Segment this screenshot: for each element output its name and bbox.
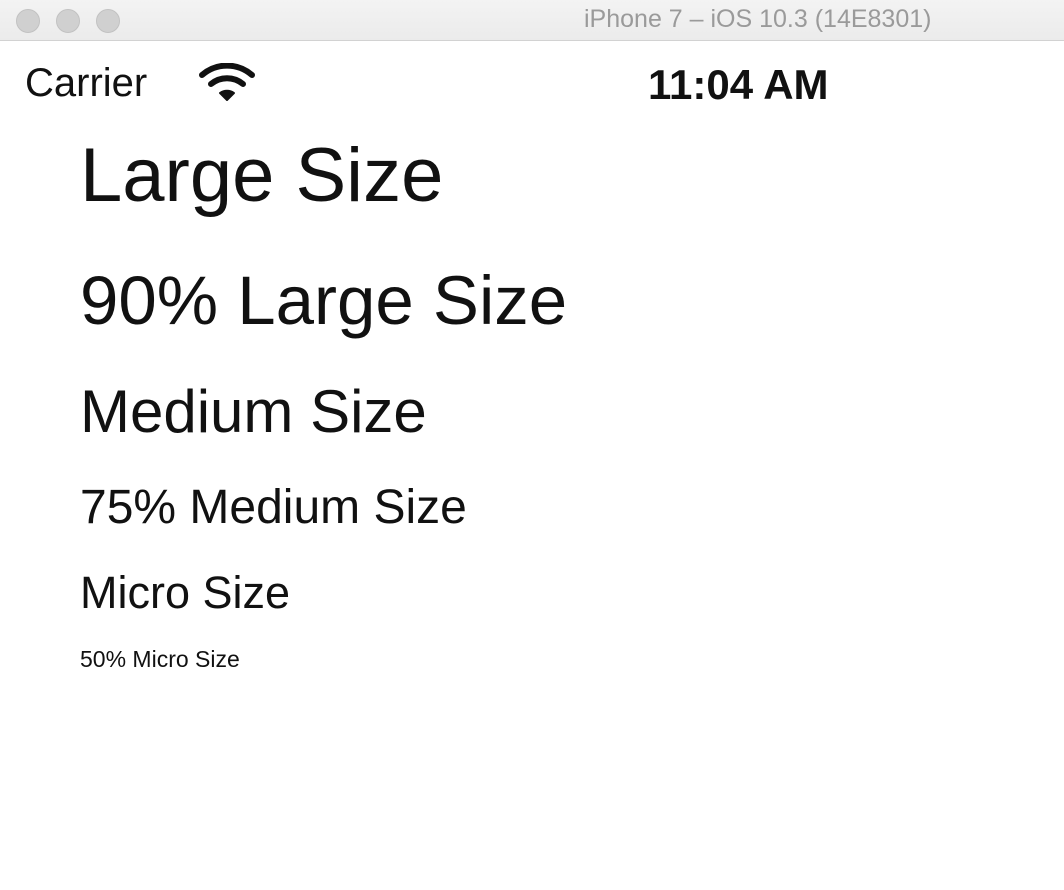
- zoom-window-button[interactable]: [96, 9, 120, 33]
- medium-size-label: Medium Size: [80, 378, 427, 445]
- simulator-window: iPhone 7 – iOS 10.3 (14E8301) Carrier 11…: [0, 0, 1064, 890]
- close-window-button[interactable]: [16, 9, 40, 33]
- minimize-window-button[interactable]: [56, 9, 80, 33]
- ios-status-bar: Carrier 11:04 AM: [0, 41, 1064, 121]
- medium-75-size-label: 75% Medium Size: [80, 481, 467, 534]
- title-bar[interactable]: iPhone 7 – iOS 10.3 (14E8301): [0, 0, 1064, 41]
- carrier-label: Carrier: [25, 61, 148, 105]
- window-title: iPhone 7 – iOS 10.3 (14E8301): [584, 5, 932, 33]
- large-size-label: Large Size: [80, 133, 444, 218]
- large-90-size-label: 90% Large Size: [80, 262, 568, 339]
- status-clock: 11:04 AM: [648, 61, 829, 108]
- micro-size-label: Micro Size: [80, 567, 291, 618]
- wifi-icon: [199, 63, 255, 101]
- micro-50-size-label: 50% Micro Size: [80, 646, 240, 672]
